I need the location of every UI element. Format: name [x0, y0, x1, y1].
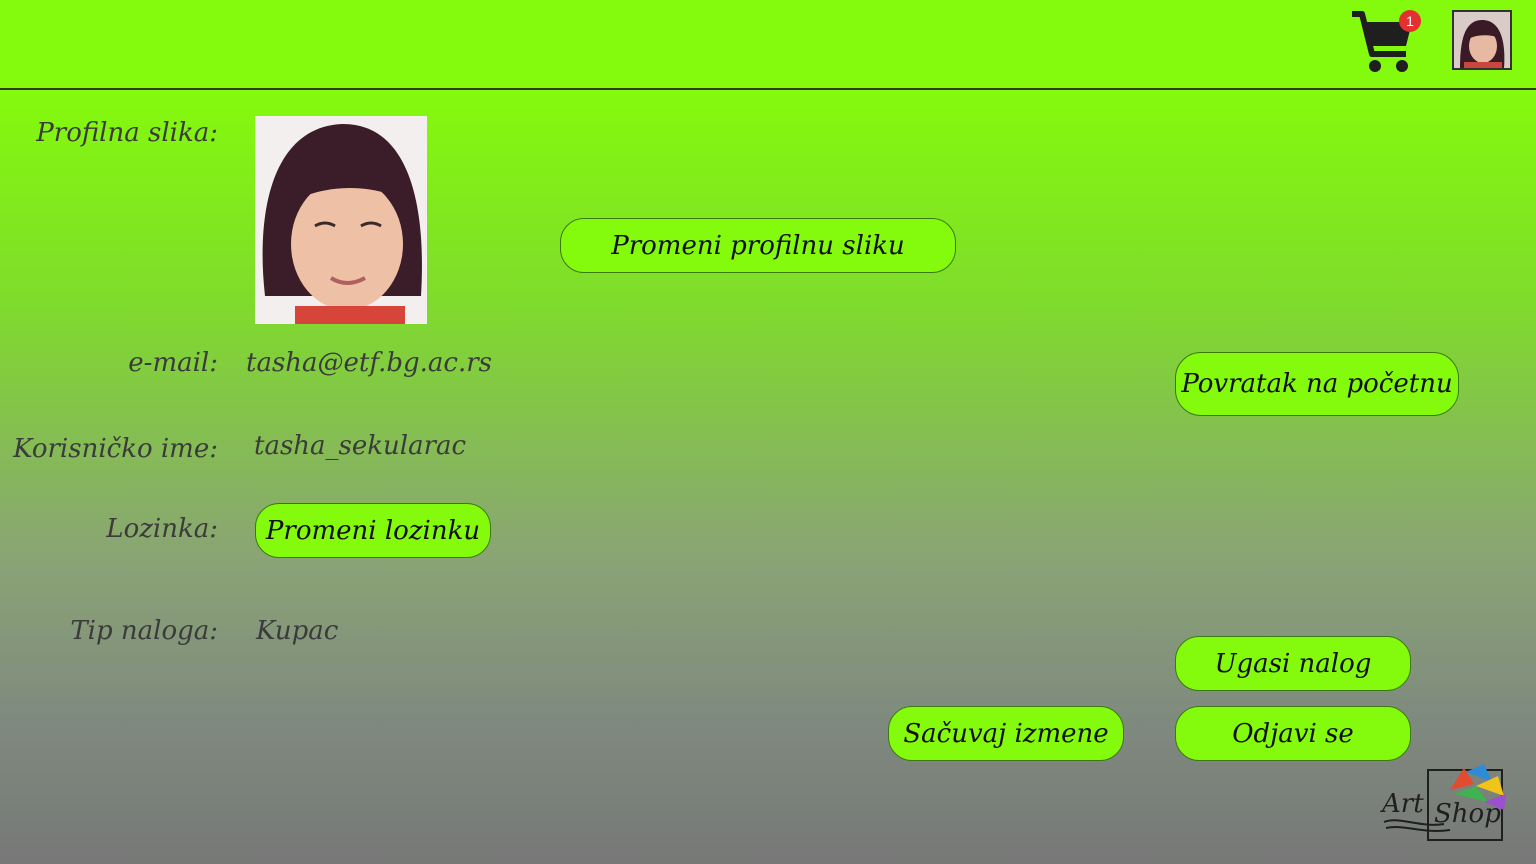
user-avatar[interactable]	[1452, 10, 1512, 70]
email-value: tasha@etf.bg.ac.rs	[246, 348, 492, 378]
password-label: Lozinka:	[106, 514, 218, 544]
back-home-button[interactable]: Povratak na početnu	[1175, 352, 1459, 416]
account-type-value: Kupac	[256, 616, 339, 646]
art-shop-logo: Art Shop	[1380, 764, 1506, 841]
save-changes-button[interactable]: Sačuvaj izmene	[888, 706, 1124, 761]
logo-art-text: Art	[1380, 789, 1424, 819]
account-type-label: Tip naloga:	[70, 616, 218, 646]
top-bar	[0, 0, 1536, 90]
deactivate-account-button[interactable]: Ugasi nalog	[1175, 636, 1411, 691]
username-label: Korisničko ime:	[13, 434, 218, 464]
email-label: e-mail:	[128, 348, 218, 378]
change-profile-picture-button[interactable]: Promeni profilnu sliku	[560, 218, 956, 273]
profile-picture-label: Profilna slika:	[36, 118, 218, 148]
profile-picture	[255, 116, 427, 324]
change-password-button[interactable]: Promeni lozinku	[255, 503, 491, 558]
cart-count-badge: 1	[1399, 10, 1421, 32]
logout-button[interactable]: Odjavi se	[1175, 706, 1411, 761]
username-value: tasha_sekularac	[254, 431, 467, 461]
